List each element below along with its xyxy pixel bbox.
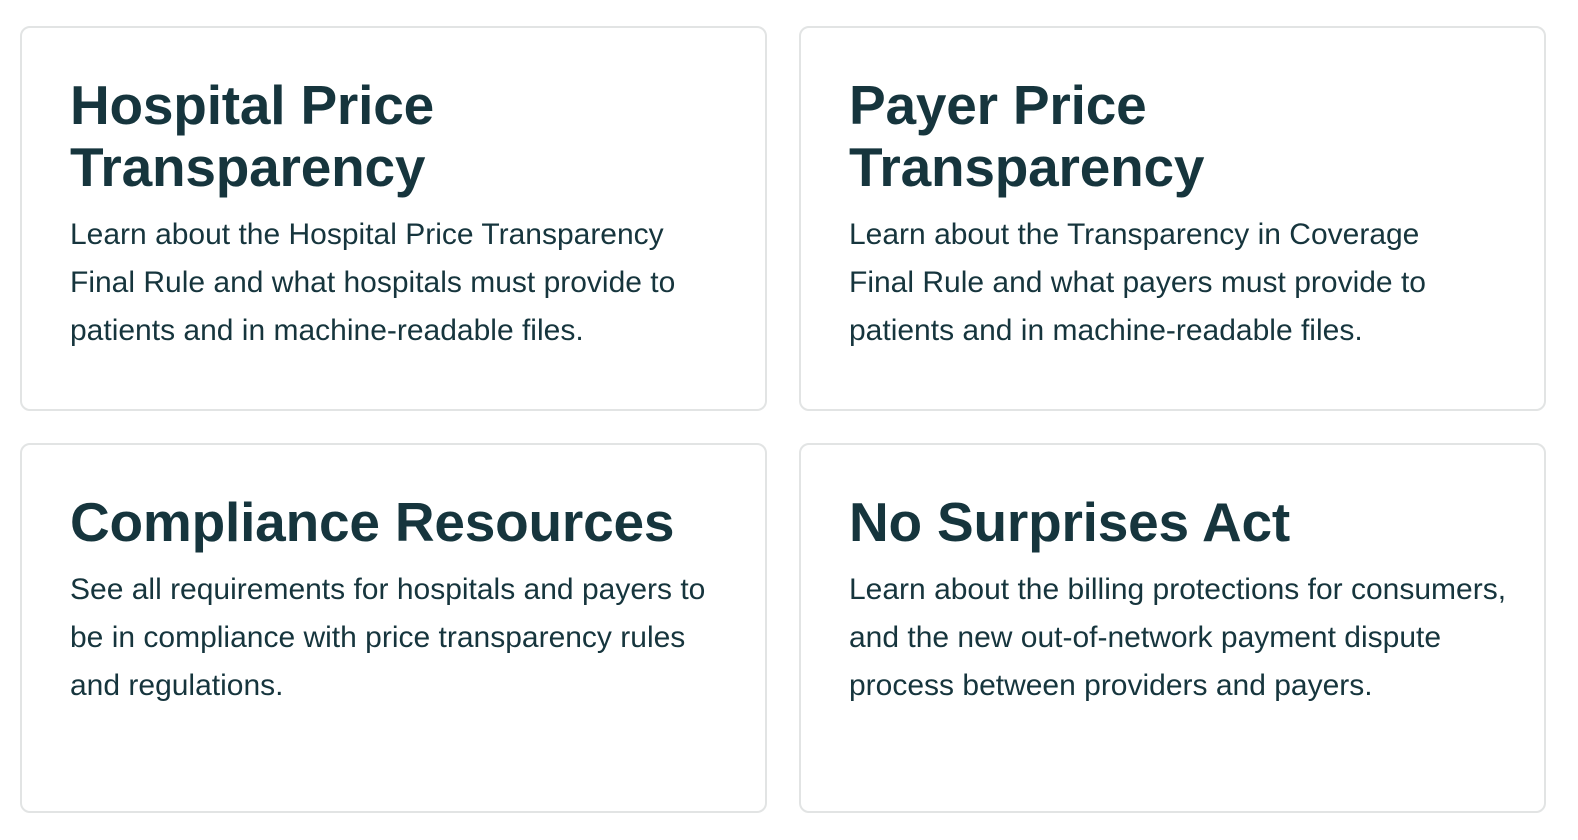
card-title: Compliance Resources xyxy=(70,491,675,553)
card-title: Hospital Price Transparency xyxy=(70,74,434,198)
card-compliance-resources[interactable]: Compliance Resources See all requirement… xyxy=(20,443,767,813)
card-payer-price-transparency[interactable]: Payer Price Transparency Learn about the… xyxy=(799,26,1546,411)
card-no-surprises-act[interactable]: No Surprises Act Learn about the billing… xyxy=(799,443,1546,813)
card-title: No Surprises Act xyxy=(849,491,1290,553)
card-description: Learn about the Hospital Price Transpare… xyxy=(70,218,676,347)
card-hospital-price-transparency[interactable]: Hospital Price Transparency Learn about … xyxy=(20,26,767,411)
card-description: Learn about the Transparency in Coverage… xyxy=(849,218,1426,347)
card-description: Learn about the billing protections for … xyxy=(849,573,1507,702)
card-description: See all requirements for hospitals and p… xyxy=(70,573,706,702)
card-title: Payer Price Transparency xyxy=(849,74,1205,198)
